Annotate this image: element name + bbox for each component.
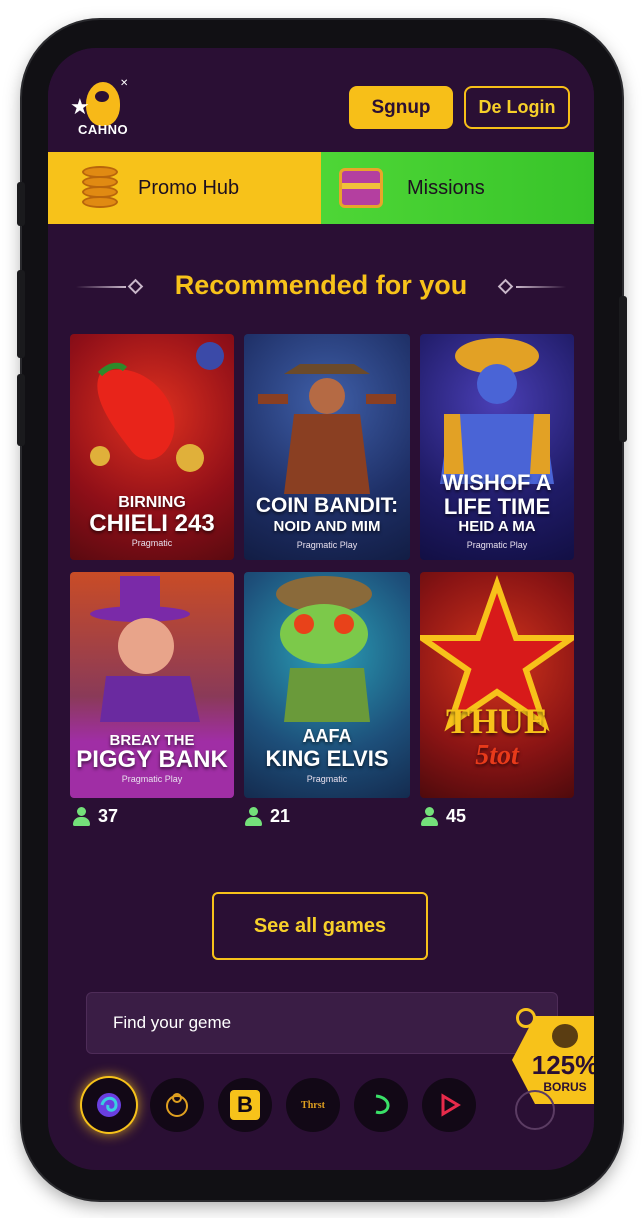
app-header: ★ ✕ CAHNO Sgnup De Login [48,48,594,152]
game-provider: Pragmatic [306,774,348,784]
player-count: 21 [244,806,290,827]
play-triangle-provider-icon[interactable] [422,1078,476,1132]
game-card[interactable]: COIN BANDIT: NOID AND MIM Pragmatic Play [244,334,410,560]
tab-promo-hub[interactable]: Promo Hub [48,152,321,224]
player-count: 37 [72,806,118,827]
game-grid: BIRNING CHIELI 243 Pragmatic COIN BANDIT… [70,334,574,798]
search-placeholder: Find your geme [113,1013,232,1032]
phone-power-button [619,296,627,442]
phone-volume-down-button [17,374,25,446]
b-provider-icon[interactable]: B [218,1078,272,1132]
monkey-provider-icon[interactable] [150,1078,204,1132]
game-provider: Pragmatic Play [296,540,358,550]
person-icon [72,806,90,827]
player-count-value: 37 [98,806,119,826]
person-icon [244,806,262,827]
star-icon: ★ [70,94,90,119]
game-title-line1: AAFA [302,726,352,746]
person-icon [420,806,438,827]
title-ornament-right [496,278,566,295]
tab-promo-hub-label: Promo Hub [138,176,240,199]
game-card[interactable]: AAFA KING ELVIS Pragmatic [244,572,410,798]
game-title-line2: 5tot [475,740,519,771]
game-provider: Pragmatic Play [466,540,528,550]
logo-mark-icon [86,82,120,126]
bonus-chest-icon [552,1024,578,1048]
player-count-value: 21 [270,806,291,826]
game-title-line2: PIGGY BANK [76,746,228,773]
player-count: 45 [420,806,466,827]
game-card[interactable]: BIRNING CHIELI 243 Pragmatic [70,334,234,560]
scroll-indicator[interactable] [515,1090,555,1130]
search-input[interactable]: Find your geme [86,992,558,1054]
logo-sparkle-icon: ✕ [120,78,129,89]
game-title-line2: NOID AND MIM [273,518,381,535]
tab-missions[interactable]: Missions [321,152,594,224]
game-provider: Pragmatic [131,538,173,548]
game-card[interactable]: BREAY THE PIGGY BANK Pragmatic Play [70,572,234,798]
game-title-line3: HEID A MA [458,518,536,535]
coins-icon [82,164,118,212]
phone-mute-button [17,182,25,226]
casino-logo[interactable]: ★ ✕ CAHNO [70,78,140,146]
game-title-line1: THUE [445,701,549,741]
see-all-games-button[interactable]: See all games [212,892,428,960]
game-card[interactable]: THUE 5tot [420,572,574,798]
swirl-provider-icon[interactable] [82,1078,136,1132]
phone-volume-up-button [17,270,25,358]
player-count-value: 45 [446,806,467,826]
app-screen: ★ ✕ CAHNO Sgnup De Login Promo Hub Missi… [48,48,594,1170]
logo-text: CAHNO [78,122,129,137]
signup-button[interactable]: Sgnup [349,86,453,129]
promo-tabs: Promo Hub Missions [48,152,594,224]
game-provider: Pragmatic Play [121,774,183,784]
game-title-line1: COIN BANDIT: [255,494,399,517]
thrust-provider-icon[interactable]: Thrst [286,1078,340,1132]
tab-missions-label: Missions [407,176,485,199]
treasure-chest-icon [339,168,383,208]
game-card[interactable]: WISHOF A LIFE TIME HEID A MA Pragmatic P… [420,334,574,560]
game-title-line2: LIFE TIME [443,494,551,519]
green-curve-provider-icon[interactable] [354,1078,408,1132]
bonus-percent: 125% [531,1050,594,1080]
game-title-line2: CHIELI 243 [89,510,215,537]
login-button[interactable]: De Login [464,86,570,129]
provider-bar: B Thrst [82,1078,476,1136]
game-title-line2: KING ELVIS [265,746,389,771]
game-title-line1: WISHOF A [442,470,552,495]
